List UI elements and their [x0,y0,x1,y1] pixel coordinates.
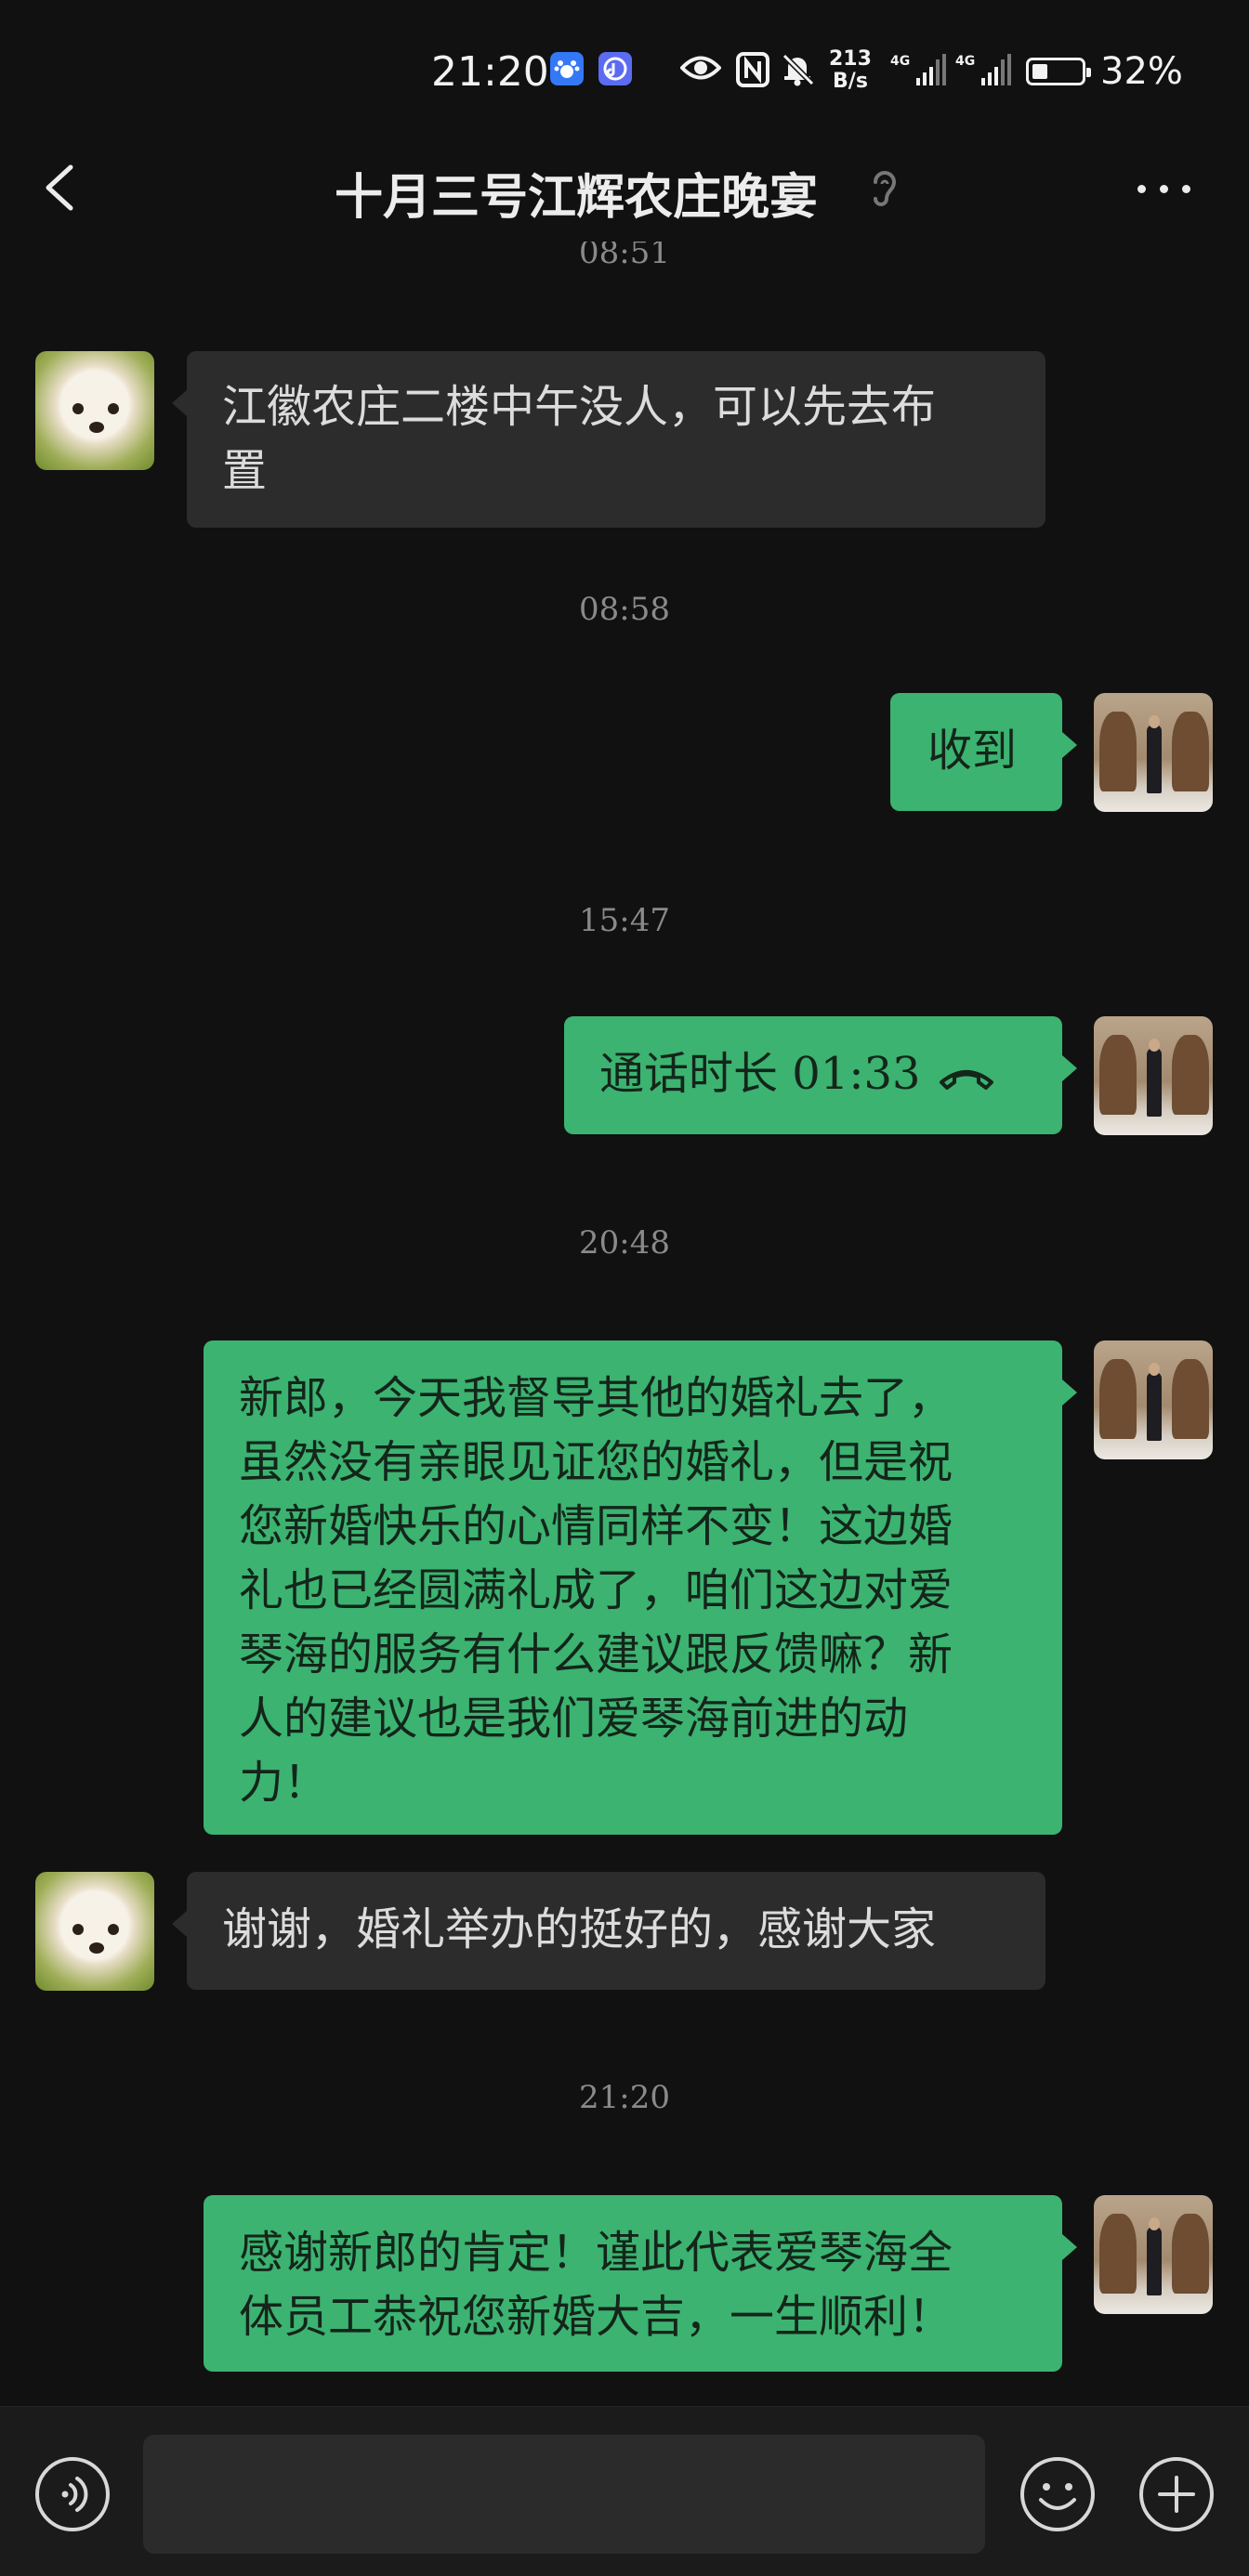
message-text-line: 新郎，今天我督导其他的婚礼去了， [239,1372,953,1424]
speed-unit: B/s [833,70,868,93]
contact-avatar[interactable] [35,1872,154,1991]
chat-title[interactable]: 十月三号江辉农庄晚宴 [335,158,818,226]
message-timestamp: 08:58 [579,591,670,628]
status-time: 21:20 [431,48,549,96]
battery-icon [1026,58,1091,85]
emoji-icon[interactable] [1019,2455,1097,2533]
bell-off-icon [782,53,815,86]
signal-icon: 4G [890,54,946,85]
message-text-line: 礼也已经圆满礼成了，咱们这边对爱 [239,1564,953,1616]
call-record-bubble[interactable]: 通话时长 01:33 [564,1016,1077,1134]
user-avatar[interactable] [1094,2195,1213,2314]
earpiece-mode-icon [874,171,897,206]
outgoing-message-bubble[interactable]: 感谢新郎的肯定！谨此代表爱琴海全 体员工恭祝您新婚大吉，一生顺利！ [204,2195,1077,2372]
more-icon[interactable] [1132,160,1197,216]
input-bar [0,2406,1249,2576]
user-avatar[interactable] [1094,693,1213,812]
message-text-line: 您新婚快乐的心情同样不变！这边婚 [239,1500,953,1552]
svg-text:4G: 4G [890,54,910,69]
message-text-line: 感谢新郎的肯定！谨此代表爱琴海全 [239,2227,953,2279]
phone-hangup-icon [939,1069,993,1090]
message-text-line: 体员工恭祝您新婚大吉，一生顺利！ [239,2291,953,2343]
eye-icon [680,56,721,80]
chat-header: 十月三号江辉农庄晚宴 [0,139,1249,242]
nfc-icon [736,52,769,87]
network-speed: 213 B/s [829,48,872,93]
call-duration-text: 通话时长 01:33 [599,1048,921,1100]
svg-text:4G: 4G [955,54,975,69]
battery-percent: 32% [1100,50,1183,93]
plus-icon[interactable] [1137,2455,1216,2533]
incoming-message-bubble[interactable]: 江徽农庄二楼中午没人，可以先去布 置 [172,351,1045,528]
message-timestamp: 21:20 [579,2079,670,2116]
message-text-line: 收到 [927,725,1018,777]
status-bar: 21:20 213 B/s 4G 4G 32% [0,0,1249,139]
incoming-message-bubble[interactable]: 谢谢，婚礼举办的挺好的，感谢大家 [172,1872,1045,1990]
signal-icon: 4G [955,54,1011,85]
message-text-line: 谢谢，婚礼举办的挺好的，感谢大家 [222,1903,937,1955]
message-timestamp: 15:47 [579,902,670,939]
message-text-line: 虽然没有亲眼见证您的婚礼，但是祝 [239,1436,953,1488]
message-text-line: 人的建议也是我们爱琴海前进的动 [239,1693,909,1745]
voice-icon[interactable] [33,2455,112,2533]
message-text-line: 置 [222,445,268,497]
outgoing-message-bubble[interactable]: 新郎，今天我督导其他的婚礼去了， 虽然没有亲眼见证您的婚礼，但是祝 您新婚快乐的… [204,1340,1077,1835]
message-text-line: 江徽农庄二楼中午没人，可以先去布 [222,381,937,433]
message-input[interactable] [143,2435,985,2554]
user-avatar[interactable] [1094,1340,1213,1459]
user-avatar[interactable] [1094,1016,1213,1135]
outgoing-message-bubble[interactable]: 收到 [890,693,1077,811]
music-app-icon [598,52,632,85]
speed-value: 213 [829,47,872,71]
baidu-app-icon [550,52,584,85]
message-text-line: 力！ [239,1757,329,1809]
message-timestamp: 20:48 [579,1224,670,1262]
back-arrow-icon[interactable] [37,160,93,216]
message-text-line: 琴海的服务有什么建议跟反馈嘛？新 [239,1628,953,1680]
contact-avatar[interactable] [35,351,154,470]
